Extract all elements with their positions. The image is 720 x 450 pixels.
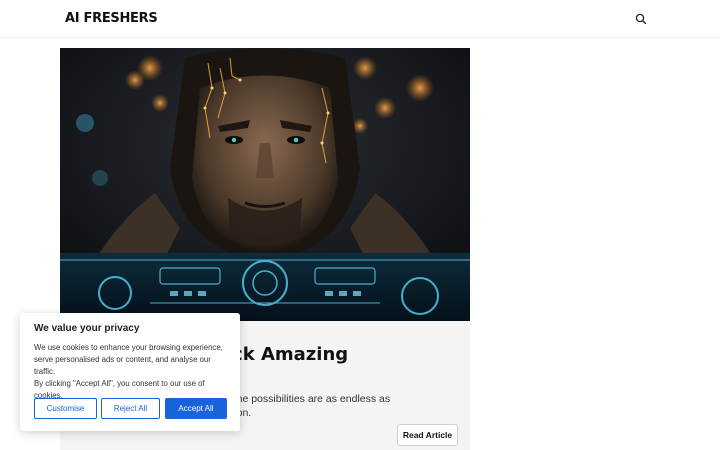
search-icon[interactable] [633, 11, 649, 27]
reject-all-button[interactable]: Reject All [101, 398, 160, 419]
cookie-consent-banner: We value your privacy We use cookies to … [20, 313, 240, 431]
cookie-text-line-1: We use cookies to enhance your browsing … [34, 343, 223, 352]
article-hero-image[interactable] [60, 48, 470, 321]
customise-button[interactable]: Customise [34, 398, 97, 419]
site-header: AI FRESHERS [0, 0, 720, 38]
cookie-banner-text: We use cookies to enhance your browsing … [34, 342, 234, 402]
accept-all-button[interactable]: Accept All [165, 398, 227, 419]
site-logo[interactable]: AI FRESHERS [65, 11, 158, 26]
cookie-banner-title: We value your privacy [34, 323, 140, 334]
read-article-button[interactable]: Read Article [397, 424, 458, 446]
cookie-text-line-2: serve personalised ads or content, and a… [34, 355, 211, 376]
cookie-text-line-3: By clicking "Accept All", you consent to… [34, 379, 205, 388]
